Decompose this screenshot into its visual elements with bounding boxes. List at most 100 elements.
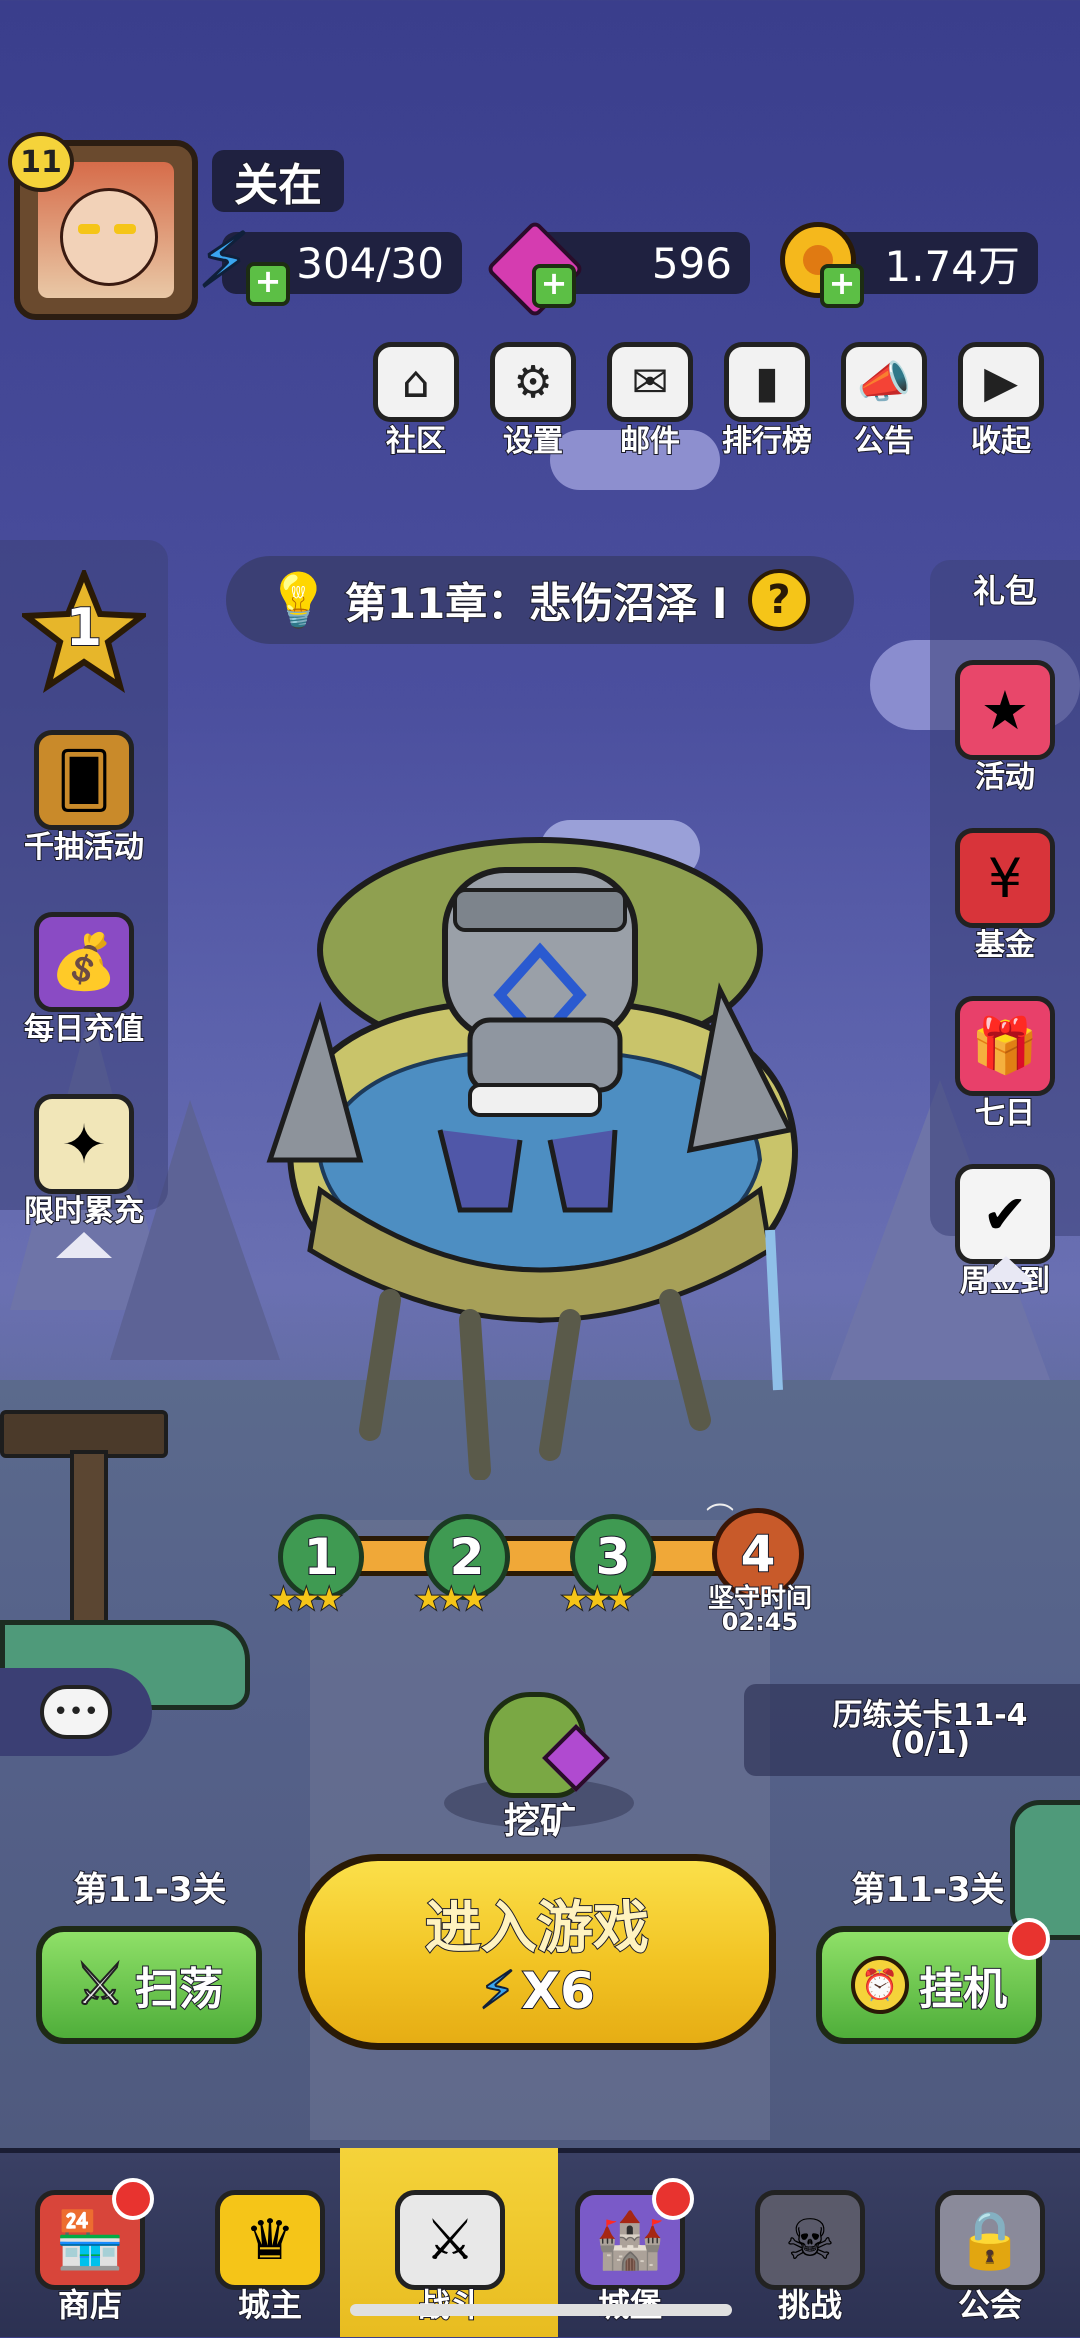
sweep-label: 扫荡	[134, 1963, 224, 2016]
player-level: 11	[20, 144, 62, 180]
notification-badge	[112, 2178, 154, 2220]
treasure-chest-icon: 💰	[34, 912, 134, 1012]
ranking-icon: ▮	[724, 342, 810, 422]
card-icon: 🂠	[34, 730, 134, 830]
left-sidebar-label: 限时累充	[23, 1193, 145, 1230]
left-sidebar-label: 每日充值	[23, 1011, 145, 1048]
top-menu-megaphone[interactable]: 📣 公告	[834, 342, 934, 460]
top-menu-label: 邮件	[619, 423, 681, 460]
energy-cost-value: X6	[521, 1961, 596, 2021]
player-name: 关在	[233, 159, 323, 212]
enter-game-cost: ⚡ X6	[305, 1960, 769, 2022]
top-menu-label: 公告	[853, 423, 915, 460]
crown-icon: ♛	[215, 2190, 325, 2290]
alarm-clock-icon: ⏰	[851, 1956, 909, 2014]
coin-add-icon[interactable]: +	[820, 264, 864, 308]
top-menu-label: 设置	[502, 423, 564, 460]
nav-tab-demon[interactable]: ☠ 挑战	[720, 2148, 900, 2338]
energy-cost-icon: ⚡	[478, 1960, 516, 2022]
star-rank-value: 1	[65, 597, 103, 659]
left-sidebar-item-2[interactable]: ✦ 限时累充	[9, 1094, 159, 1230]
right-sidebar-item-1[interactable]: ¥ 基金	[930, 828, 1080, 964]
defend-timer: 02:45	[721, 1607, 799, 1637]
nav-tab-label: 城堡	[597, 2280, 663, 2326]
top-menu-play[interactable]: ▶ 收起	[951, 342, 1051, 460]
gear-icon: ⚙	[490, 342, 576, 422]
enter-game-button[interactable]: 进入游戏 ⚡ X6	[298, 1854, 776, 2050]
floating-island	[266, 837, 799, 1480]
nav-tab-label: 挑战	[777, 2285, 843, 2325]
nav-tab-label: 战斗	[417, 2280, 483, 2326]
home-icon: ⌂	[373, 342, 459, 422]
top-menu: ⌂ 社区 ⚙ 设置 ✉ 邮件 ▮ 排行榜 📣 公告 ▶ 收起	[366, 342, 1066, 460]
chapter-bar[interactable]: 💡 第11章：悲伤沼泽 I ?	[226, 556, 854, 644]
help-icon[interactable]: ?	[748, 569, 810, 631]
top-menu-label: 排行榜	[721, 423, 813, 460]
top-menu-ranking[interactable]: ▮ 排行榜	[717, 342, 817, 460]
gift-pack-label[interactable]: 礼包	[930, 566, 1080, 612]
mail-icon: ✉	[607, 342, 693, 422]
gift-box-icon: 🎁	[955, 996, 1055, 1096]
left-sidebar-item-0[interactable]: 🂠 千抽活动	[9, 730, 159, 866]
lock-icon: 🔒	[935, 2190, 1045, 2290]
left-sidebar-collapse-icon[interactable]	[56, 1232, 112, 1258]
idle-label: 挂机	[918, 1963, 1008, 2016]
player-name-box[interactable]: 关在	[212, 150, 344, 212]
stage-1-stars: ★★★	[269, 1581, 344, 1618]
notification-badge	[652, 2178, 694, 2220]
sparkle-icon: ✦	[34, 1094, 134, 1194]
gate-left	[0, 1400, 168, 1648]
nav-tab-label: 公会	[957, 2285, 1023, 2325]
nav-tab-lock[interactable]: 🔒 公会	[900, 2148, 1080, 2338]
right-sidebar-item-2[interactable]: 🎁 七日	[930, 996, 1080, 1132]
left-sidebar-items: 🂠 千抽活动 💰 每日充值 ✦ 限时累充	[9, 730, 159, 1230]
gem-add-icon[interactable]: +	[532, 264, 576, 308]
demon-icon: ☠	[755, 2190, 865, 2290]
energy-add-icon[interactable]: +	[246, 262, 290, 306]
play-icon: ▶	[958, 342, 1044, 422]
chat-bubble-icon: •••	[40, 1685, 112, 1739]
top-menu-label: 社区	[385, 423, 447, 460]
right-sidebar-items: ★ 活动 ¥ 基金 🎁 七日 ✔ 周签到	[930, 660, 1080, 1300]
horns-icon: ⌒	[706, 1501, 735, 1534]
right-sidebar-label: 基金	[974, 927, 1036, 964]
megaphone-icon: 📣	[841, 342, 927, 422]
money-bag-icon: ¥	[955, 828, 1055, 928]
crossed-swords-icon: ⚔	[74, 1952, 126, 2019]
enter-game-label: 进入游戏	[424, 1895, 650, 1962]
idle-notification-badge	[1008, 1918, 1050, 1960]
left-sidebar-label: 千抽活动	[23, 829, 145, 866]
top-menu-gear[interactable]: ⚙ 设置	[483, 342, 583, 460]
stage-progress-track	[320, 1536, 760, 1576]
sweep-button[interactable]: ⚔ 扫荡	[36, 1926, 262, 2044]
energy-value: 304/30	[296, 238, 444, 288]
crossed-swords-icon: ⚔	[395, 2190, 505, 2290]
nav-tab-label: 商店	[57, 2285, 123, 2325]
star-rank-icon[interactable]: 1	[17, 565, 151, 694]
lightbulb-icon: 💡	[265, 570, 332, 632]
calendar-check-icon: ✔	[955, 1164, 1055, 1264]
nav-tab-crown[interactable]: ♛ 城主	[180, 2148, 360, 2338]
top-menu-home[interactable]: ⌂ 社区	[366, 342, 466, 460]
sweep-stage-label: 第11-3关	[72, 1869, 227, 1911]
chat-button[interactable]: •••	[0, 1668, 152, 1756]
mining-label: 挖矿	[503, 1800, 577, 1843]
stage-3-stars: ★★★	[560, 1581, 635, 1618]
right-sidebar-label: 活动	[974, 759, 1036, 796]
left-sidebar-item-1[interactable]: 💰 每日充值	[9, 912, 159, 1048]
top-menu-label: 收起	[970, 423, 1032, 460]
top-menu-mail[interactable]: ✉ 邮件	[600, 342, 700, 460]
stage-2-stars: ★★★	[414, 1581, 489, 1618]
training-stage-progress: (0/1)	[889, 1725, 971, 1762]
idle-stage-label: 第11-3关	[850, 1869, 1005, 1911]
nav-tab-label: 城主	[237, 2285, 303, 2325]
player-level-badge: 11	[8, 132, 74, 192]
right-sidebar-collapse-icon[interactable]	[978, 1256, 1034, 1282]
home-indicator	[350, 2304, 732, 2316]
coin-value: 1.74万	[884, 241, 1020, 291]
right-sidebar-item-0[interactable]: ★ 活动	[930, 660, 1080, 796]
gift-stars-icon: ★	[955, 660, 1055, 760]
right-sidebar-label: 七日	[974, 1095, 1036, 1132]
nav-tab-shop[interactable]: 🏪 商店	[0, 2148, 180, 2338]
gem-value: 596	[651, 238, 732, 288]
